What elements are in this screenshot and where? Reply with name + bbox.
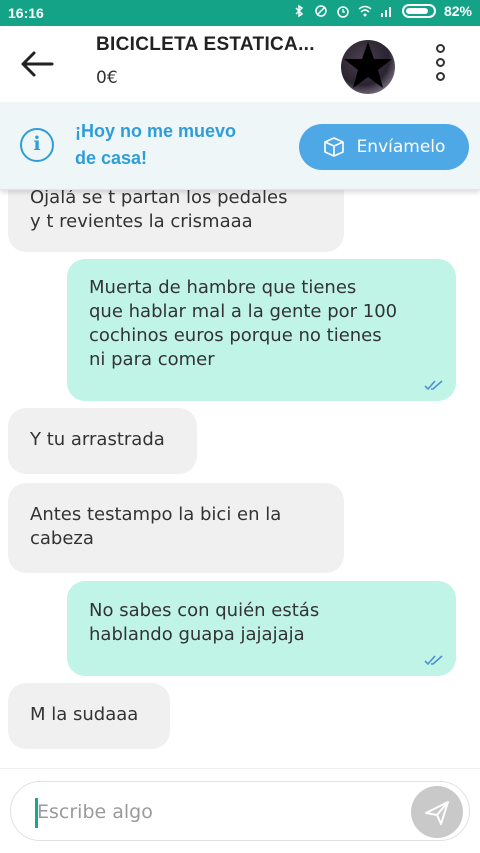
message-input-placeholder: Escribe algo	[37, 801, 153, 823]
box-icon	[323, 137, 344, 157]
signal-icon	[380, 7, 391, 17]
message-bubble-incoming: Antes testampo la bici en la cabeza	[8, 483, 344, 573]
status-bar: 16:16 82%	[0, 0, 480, 26]
message-bubble-outgoing: No sabes con quién estás hablando guapa …	[67, 581, 456, 676]
message-line: cochinos euros porque no tienes	[89, 325, 382, 346]
message-line: cabeza	[30, 528, 94, 549]
message-line: Ojalá se t partan los pedales	[30, 190, 288, 208]
message-line: Y tu arrastrada	[30, 429, 165, 450]
banner-text: ¡Hoy no me muevo de casa!	[75, 121, 237, 168]
message-bubble-incoming: Y tu arrastrada	[8, 408, 197, 474]
alarm-icon	[337, 6, 349, 18]
status-time: 16:16	[8, 5, 44, 21]
info-icon: i	[20, 128, 54, 162]
more-vertical-icon[interactable]	[430, 44, 450, 88]
star-icon	[344, 42, 392, 88]
avatar[interactable]	[341, 40, 395, 94]
arrow-left-icon[interactable]	[20, 50, 54, 78]
bluetooth-icon	[295, 4, 304, 18]
message-bubble-outgoing: Muerta de hambre que tienes que hablar m…	[67, 259, 456, 401]
message-line: y t revientes la crismaaa	[30, 211, 253, 232]
battery-level: 82%	[443, 3, 472, 19]
wifi-icon	[358, 5, 372, 17]
chat-header: BICICLETA ESTATICA... 0€	[0, 26, 480, 102]
item-title[interactable]: BICICLETA ESTATICA...	[96, 34, 315, 56]
shipping-banner: i ¡Hoy no me muevo de casa! Envíamelo	[0, 102, 480, 190]
compose-bar: Escribe algo	[0, 768, 480, 853]
message-line: M la sudaaa	[30, 704, 139, 725]
send-item-button[interactable]: Envíamelo	[299, 124, 469, 170]
message-line: No sabes con quién estás	[89, 600, 320, 621]
message-line: ni para comer	[89, 349, 215, 370]
message-line: Antes testampo la bici en la	[30, 504, 282, 525]
send-item-label: Envíamelo	[356, 137, 446, 157]
message-bubble-incoming: Ojalá se t partan los pedales y t revien…	[8, 190, 344, 252]
message-line: hablando guapa jajajaja	[89, 624, 305, 645]
status-icons: 82%	[292, 3, 472, 19]
dnd-icon	[315, 5, 327, 17]
send-icon	[425, 801, 449, 825]
double-check-icon	[424, 380, 443, 391]
battery-icon	[401, 4, 436, 18]
message-line: Muerta de hambre que tienes	[89, 277, 357, 298]
double-check-icon	[424, 655, 443, 666]
message-input[interactable]: Escribe algo	[10, 781, 470, 841]
send-button[interactable]	[411, 786, 463, 838]
message-line: que hablar mal a la gente por 100	[89, 301, 398, 322]
message-list[interactable]: Ojalá se t partan los pedales y t revien…	[0, 190, 480, 768]
message-bubble-incoming: M la sudaaa	[8, 683, 170, 749]
item-price: 0€	[96, 68, 118, 88]
